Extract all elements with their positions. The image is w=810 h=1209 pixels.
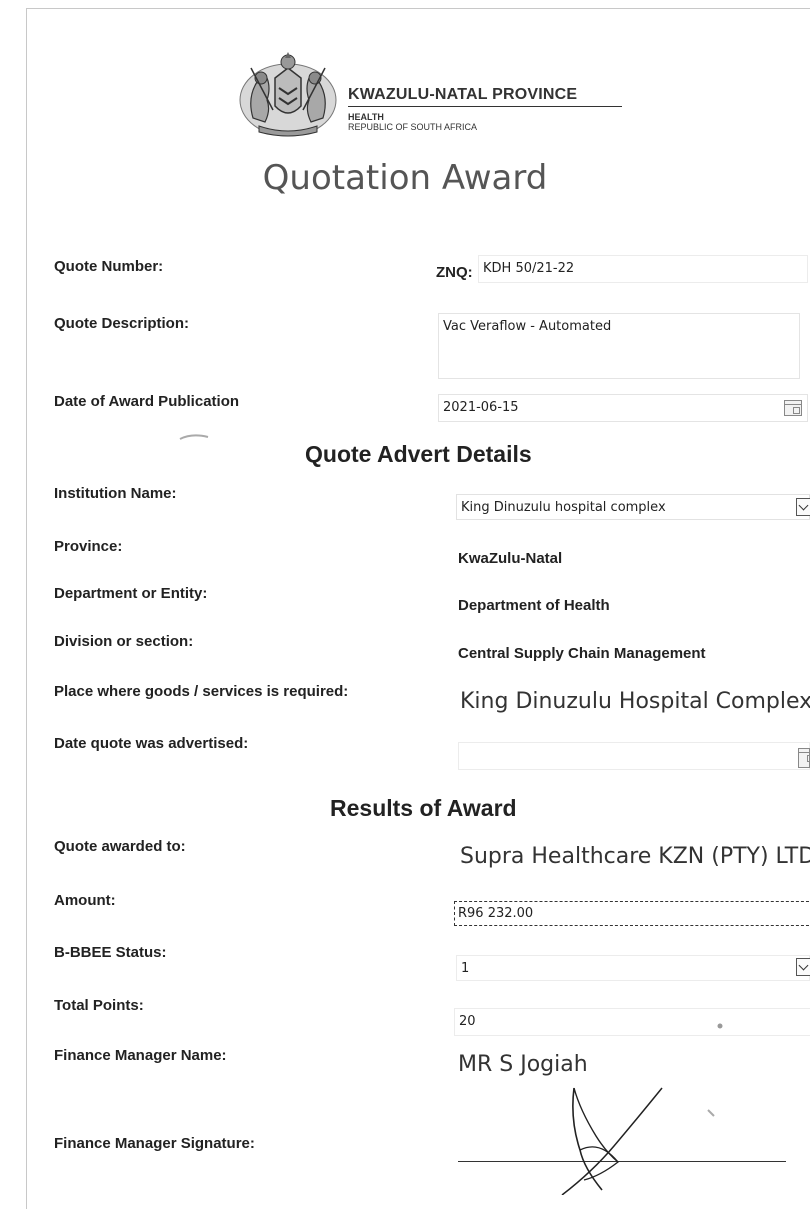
delivery-place-value: King Dinuzulu Hospital Complex [460,689,810,714]
province-value: KwaZulu-Natal [458,550,563,567]
awarded-to-label: Quote awarded to: [54,838,186,855]
total-points-label: Total Points: [54,997,144,1014]
delivery-place-label: Place where goods / services is required… [54,683,349,700]
bbbee-status-label: B-BBEE Status: [54,944,167,961]
department-label: Department or Entity: [54,585,208,602]
province-name: KWAZULU-NATAL PROVINCE [348,86,622,107]
scan-smudge [717,1023,723,1029]
institution-name-select[interactable]: King Dinuzulu hospital complex [456,494,810,520]
scan-smudge [707,1109,715,1117]
chevron-down-icon[interactable] [796,958,810,976]
division-value: Central Supply Chain Management [458,645,706,662]
finance-manager-name-value: MR S Jogiah [458,1052,588,1077]
finance-manager-signature-label: Finance Manager Signature: [54,1135,255,1152]
finance-manager-name-label: Finance Manager Name: [54,1047,227,1064]
department-value: Department of Health [458,597,610,614]
calendar-icon[interactable] [798,748,810,768]
total-points-field[interactable]: 20 [454,1008,810,1036]
scan-smudge [179,434,209,440]
advert-details-heading: Quote Advert Details [305,441,532,467]
division-label: Division or section: [54,633,194,650]
quote-number-field[interactable]: KDH 50/21-22 [478,255,808,283]
awarded-to-value: Supra Healthcare KZN (PTY) LTD [460,844,810,869]
province-label: Province: [54,538,123,555]
advertised-date-label: Date quote was advertised: [54,735,249,752]
advertised-date-field[interactable] [458,742,810,770]
coat-of-arms-icon [239,52,337,137]
quote-number-prefix: ZNQ: [436,264,473,281]
results-heading: Results of Award [330,795,517,821]
award-publication-date-label: Date of Award Publication [54,393,240,410]
quote-number-label: Quote Number: [54,258,164,275]
institution-name-label: Institution Name: [54,485,177,502]
bbbee-status-select[interactable]: 1 [456,955,810,981]
amount-field[interactable]: R96 232.00 [454,901,810,926]
quote-description-field[interactable]: Vac Veraflow - Automated [438,313,800,379]
quote-description-label: Quote Description: [54,315,190,332]
handwritten-signature [561,1087,663,1195]
amount-label: Amount: [54,892,116,909]
country-name: REPUBLIC OF SOUTH AFRICA [348,122,478,132]
calendar-icon[interactable] [784,400,802,416]
department-name: HEALTH [348,112,384,122]
page-title: Quotation Award [262,158,548,198]
award-publication-date-field[interactable]: 2021-06-15 [438,394,808,422]
chevron-down-icon[interactable] [796,498,810,516]
